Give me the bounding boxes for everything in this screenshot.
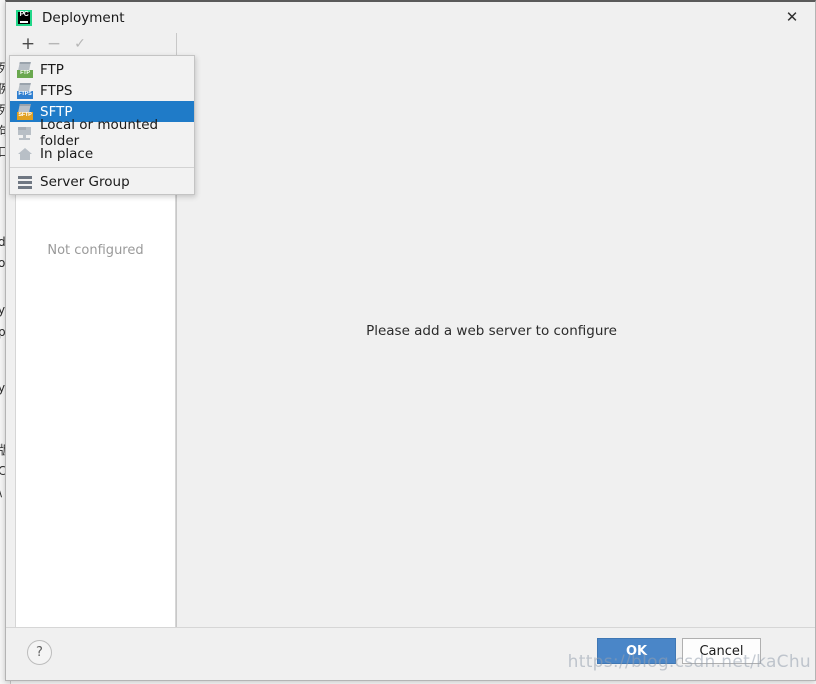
local-folder-icon	[17, 125, 33, 141]
home-icon	[17, 146, 33, 162]
menu-item-ftp[interactable]: FTP FTP	[10, 59, 194, 80]
editor-line: \	[0, 482, 2, 503]
dialog-titlebar: Deployment ✕	[6, 2, 815, 33]
server-group-icon	[17, 174, 33, 190]
help-icon[interactable]: ?	[27, 640, 52, 665]
use-as-default-button[interactable]: ✓	[67, 34, 93, 54]
ftp-icon: FTP	[17, 61, 33, 78]
ok-button[interactable]: OK	[597, 638, 676, 664]
menu-item-ftps[interactable]: FTPS FTPS	[10, 80, 194, 101]
add-server-button[interactable]: +	[15, 34, 41, 54]
menu-item-label: In place	[40, 145, 94, 162]
ftps-icon: FTPS	[17, 82, 33, 99]
cancel-button[interactable]: Cancel	[682, 638, 761, 664]
remove-server-button[interactable]: −	[41, 34, 67, 54]
menu-separator	[10, 167, 194, 168]
configure-hint-message: Please add a web server to configure	[366, 323, 617, 339]
server-type-popup-menu[interactable]: FTP FTP FTPS FTPS SFTP SFTP Local or mounted f…	[9, 55, 195, 195]
menu-item-local-or-mounted-folder[interactable]: Local or mounted folder	[10, 117, 194, 149]
pycharm-icon	[16, 9, 32, 26]
sftp-icon: SFTP	[17, 103, 33, 120]
dialog-title: Deployment	[42, 9, 125, 26]
menu-item-label: FTPS	[40, 82, 73, 99]
menu-item-label: Server Group	[40, 173, 130, 190]
dialog-footer: ? OK Cancel	[6, 627, 815, 680]
menu-item-label: FTP	[40, 61, 64, 78]
close-icon[interactable]: ✕	[769, 2, 815, 32]
menu-item-server-group[interactable]: Server Group	[10, 171, 194, 192]
deployment-toolbar: + − ✓	[15, 33, 182, 56]
server-config-panel: Please add a web server to configure	[176, 33, 806, 630]
not-configured-label: Not configured	[47, 243, 144, 258]
menu-item-label: Local or mounted folder	[40, 116, 159, 149]
footer-buttons: OK Cancel	[597, 628, 761, 680]
